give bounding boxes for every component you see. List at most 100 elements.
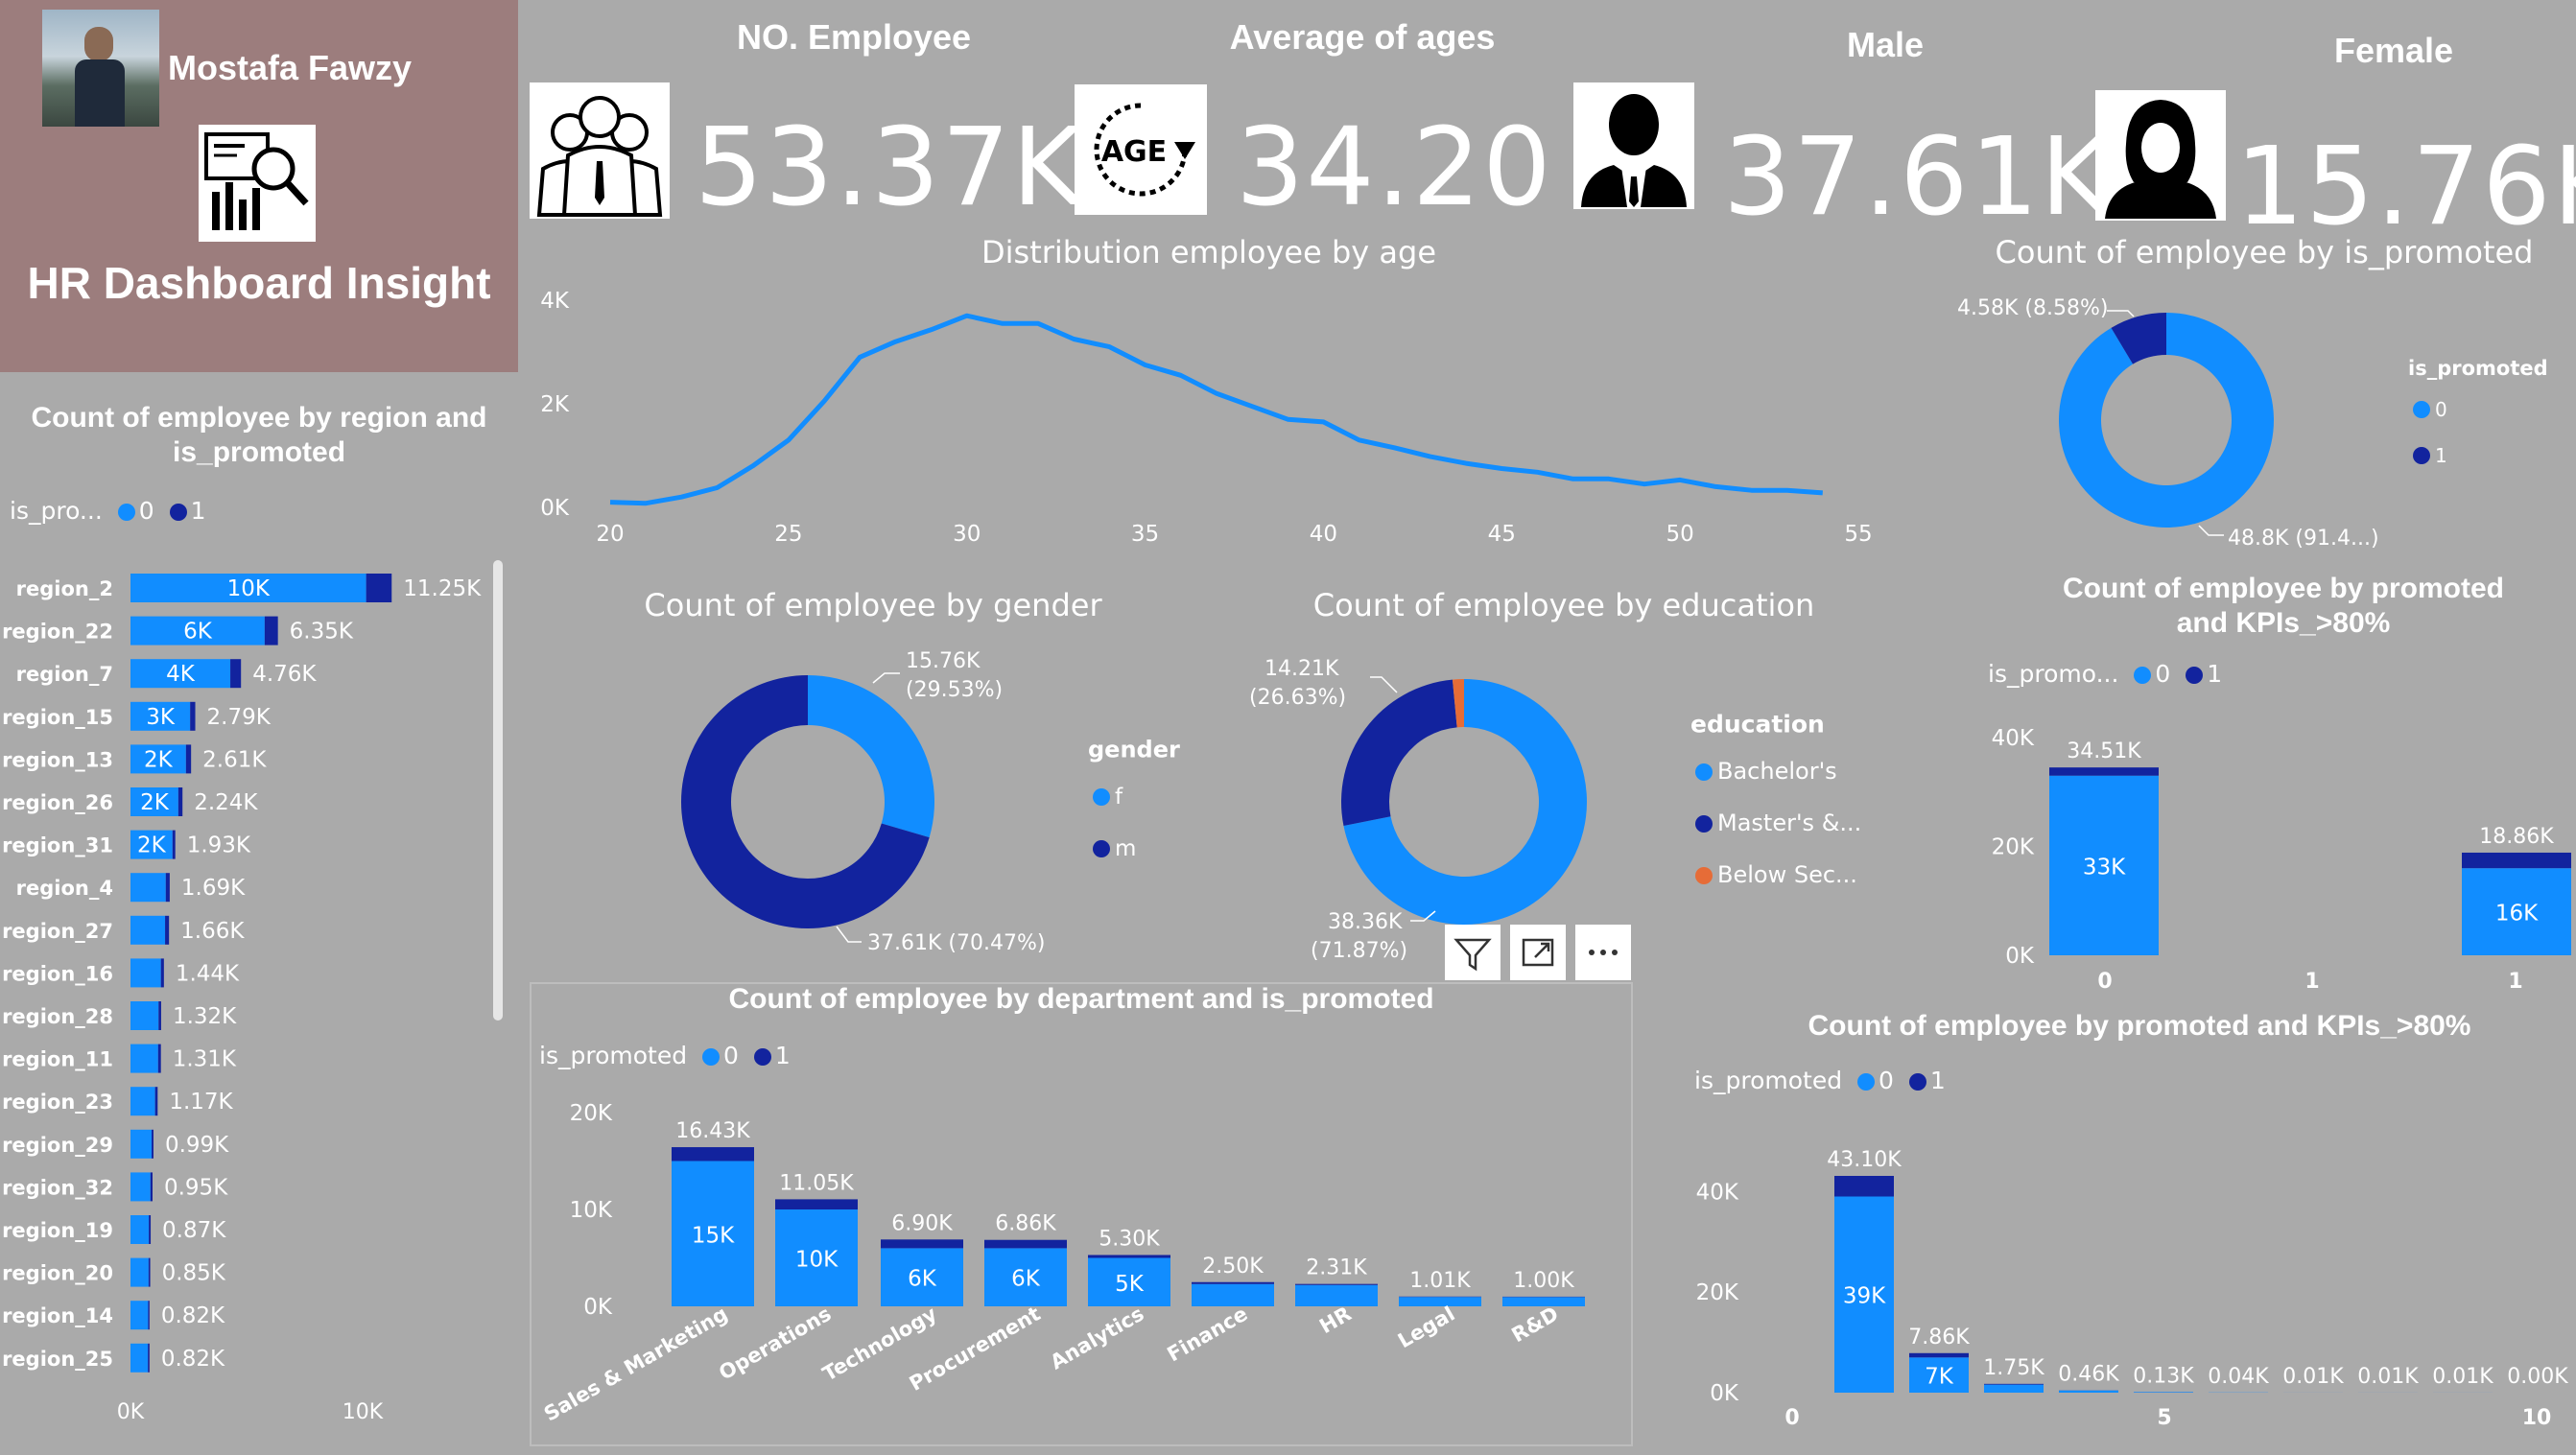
legend-title: is_promo...: [1988, 660, 2119, 688]
legend-dot: [1695, 815, 1713, 833]
region-segment-label: 3K: [146, 705, 176, 730]
bar-segment-label: 6K: [1011, 1267, 1041, 1292]
region-category-label: region_23: [2, 1091, 113, 1114]
trainings-legend[interactable]: is_promoted 0 1: [1694, 1067, 1946, 1094]
user-avatar: [42, 10, 159, 127]
legend-label: Below Sec...: [1717, 861, 1857, 888]
focus-mode-icon[interactable]: [1510, 925, 1566, 980]
legend-title: gender: [1088, 736, 1180, 763]
filter-icon[interactable]: [1445, 925, 1501, 980]
region-category-label: region_31: [2, 834, 113, 857]
age-icon-text: AGE: [1101, 135, 1167, 169]
kpi-x-tick: 1: [2508, 970, 2522, 994]
bar-segment-label: 7K: [1925, 1365, 1954, 1390]
gender-data-label: 15.76K: [906, 649, 981, 673]
bar-segment-label: 5K: [1115, 1272, 1145, 1297]
region-category-label: region_15: [2, 706, 113, 729]
title-panel: Mostafa Fawzy HR Dashboard Insight: [0, 0, 518, 372]
region-category-label: region_32: [2, 1176, 113, 1199]
legend-dot-0: [1857, 1073, 1876, 1091]
trainings-chart-title: Count of employee by promoted and KPIs_>…: [1808, 1010, 2471, 1042]
department-bar-chart[interactable]: 0K 10K 20K 15K 16.43K 10K 11.05K 6K 6.90K 6K 6.86K…: [532, 1084, 1631, 1446]
legend-label-0: 0: [1879, 1067, 1894, 1094]
region-category-label: region_22: [2, 621, 113, 644]
dashboard-title: HR Dashboard Insight: [27, 258, 491, 308]
region-chart[interactable]: region_2 10K 11.25K region_22 6K 6.35K region_…: [0, 556, 518, 1448]
department-category-label: R&D: [1508, 1302, 1563, 1348]
kpi-promoted-bar-chart[interactable]: 0K 20K 40K 33K 34.51K 16K 18.86K 0 1 1: [1957, 710, 2571, 997]
y-tick: 10K: [570, 1198, 613, 1223]
region-bar-0: [130, 1044, 158, 1073]
region-bar-1: [190, 701, 196, 731]
legend-label-1: 1: [1929, 1067, 1946, 1094]
profile-name: Mostafa Fawzy: [168, 48, 413, 87]
region-bar-0: [130, 1343, 149, 1373]
region-chart-legend[interactable]: is_pro... 0 1: [10, 497, 205, 525]
kpi-promoted-chart-title: Count of employee by promoted and KPIs_>…: [2062, 573, 2505, 639]
bar-series-1: [1984, 1383, 2044, 1385]
legend-title: is_promoted: [1694, 1067, 1843, 1094]
region-category-label: region_11: [2, 1048, 113, 1071]
department-legend[interactable]: is_promoted 0 1: [539, 1042, 791, 1069]
bar-total-label: 6.90K: [891, 1211, 953, 1235]
region-bar-1: [177, 787, 183, 816]
age-line-chart[interactable]: 0K 2K 4K 20 25 30 35 40 45 50 55: [528, 278, 1909, 556]
kpi-employees-value: 53.37K: [695, 106, 1085, 230]
legend-title: is_promoted: [539, 1042, 688, 1069]
bar-total-label: 0.04K: [2208, 1365, 2269, 1389]
legend-label: Bachelor's: [1717, 758, 1837, 785]
region-segment-label: 6K: [183, 620, 213, 645]
bar-series-1: [2462, 852, 2571, 869]
promoted-donut-chart[interactable]: 48.8K (91.4...) 4.58K (8.58%) is_promoted 0…: [1928, 284, 2571, 562]
age-x-tick: 30: [953, 522, 981, 547]
legend-dot: [1695, 763, 1713, 781]
bar-series-1: [775, 1199, 858, 1209]
bar-total-label: 0.01K: [2432, 1365, 2493, 1389]
education-data-label-pct: (71.87%): [1311, 939, 1407, 963]
region-bar-1: [150, 1172, 153, 1202]
y-tick: 40K: [1992, 726, 2035, 751]
bar-total-label: 5.30K: [1099, 1227, 1160, 1251]
promoted-leader-line: [2198, 525, 2224, 536]
age-chart-title: Distribution employee by age: [981, 234, 1436, 270]
region-bar-0: [130, 958, 161, 988]
bar-series-0: [1192, 1283, 1274, 1306]
bar-series-1: [672, 1147, 754, 1162]
legend-label: 1: [2435, 444, 2447, 467]
kpi-x-tick: 0: [2097, 970, 2112, 994]
age-x-tick: 40: [1310, 522, 1337, 547]
gender-donut-chart[interactable]: 15.76K (29.53%) 37.61K (70.47%) gender f m: [614, 633, 1247, 978]
bar-total-label: 1.75K: [1983, 1356, 2044, 1380]
bar-total-label: 0.46K: [2058, 1363, 2119, 1387]
legend-dot-1: [753, 1048, 771, 1066]
age-icon: AGE: [1075, 84, 1207, 215]
bar-total-label: 7.86K: [1908, 1326, 1970, 1349]
region-bar-1: [230, 659, 242, 689]
bar-total-label: 18.86K: [2479, 825, 2554, 849]
region-scrollbar[interactable]: [493, 560, 503, 1021]
bar-total-label: 6.86K: [995, 1212, 1056, 1236]
legend-dot: [1093, 788, 1110, 806]
region-segment-label: 2K: [144, 747, 174, 772]
trainings-bar-chart[interactable]: 0K 20K 40K 39K 43.10K 7K 7.86K 1.75K 0.46K 0.13K 0…: [1669, 1113, 2571, 1448]
region-bar-0: [130, 1001, 159, 1030]
legend-dot-1: [1908, 1073, 1926, 1091]
legend-dot: [1093, 840, 1110, 857]
bar-segment-label: 10K: [795, 1248, 839, 1273]
legend-label-0: 0: [2155, 660, 2171, 688]
legend-label: 0: [2435, 398, 2447, 421]
age-x-tick: 55: [1844, 522, 1872, 547]
region-total-label: 1.17K: [169, 1090, 233, 1115]
kpi-age-title: Average of ages: [1229, 17, 1496, 57]
bar-series-0: [1502, 1297, 1585, 1306]
region-bar-1: [154, 1087, 158, 1116]
region-total-label: 2.79K: [207, 705, 272, 730]
male-person-icon: [1573, 82, 1694, 209]
age-y-tick: 0K: [540, 496, 570, 521]
region-total-label: 1.66K: [180, 919, 245, 944]
more-options-icon[interactable]: [1575, 925, 1631, 980]
age-x-tick: 45: [1488, 522, 1516, 547]
region-bar-1: [157, 1044, 161, 1073]
kpi-promoted-legend[interactable]: is_promo... 0 1: [1988, 660, 2222, 688]
promoted-data-label: 48.8K (91.4...): [2228, 527, 2379, 551]
